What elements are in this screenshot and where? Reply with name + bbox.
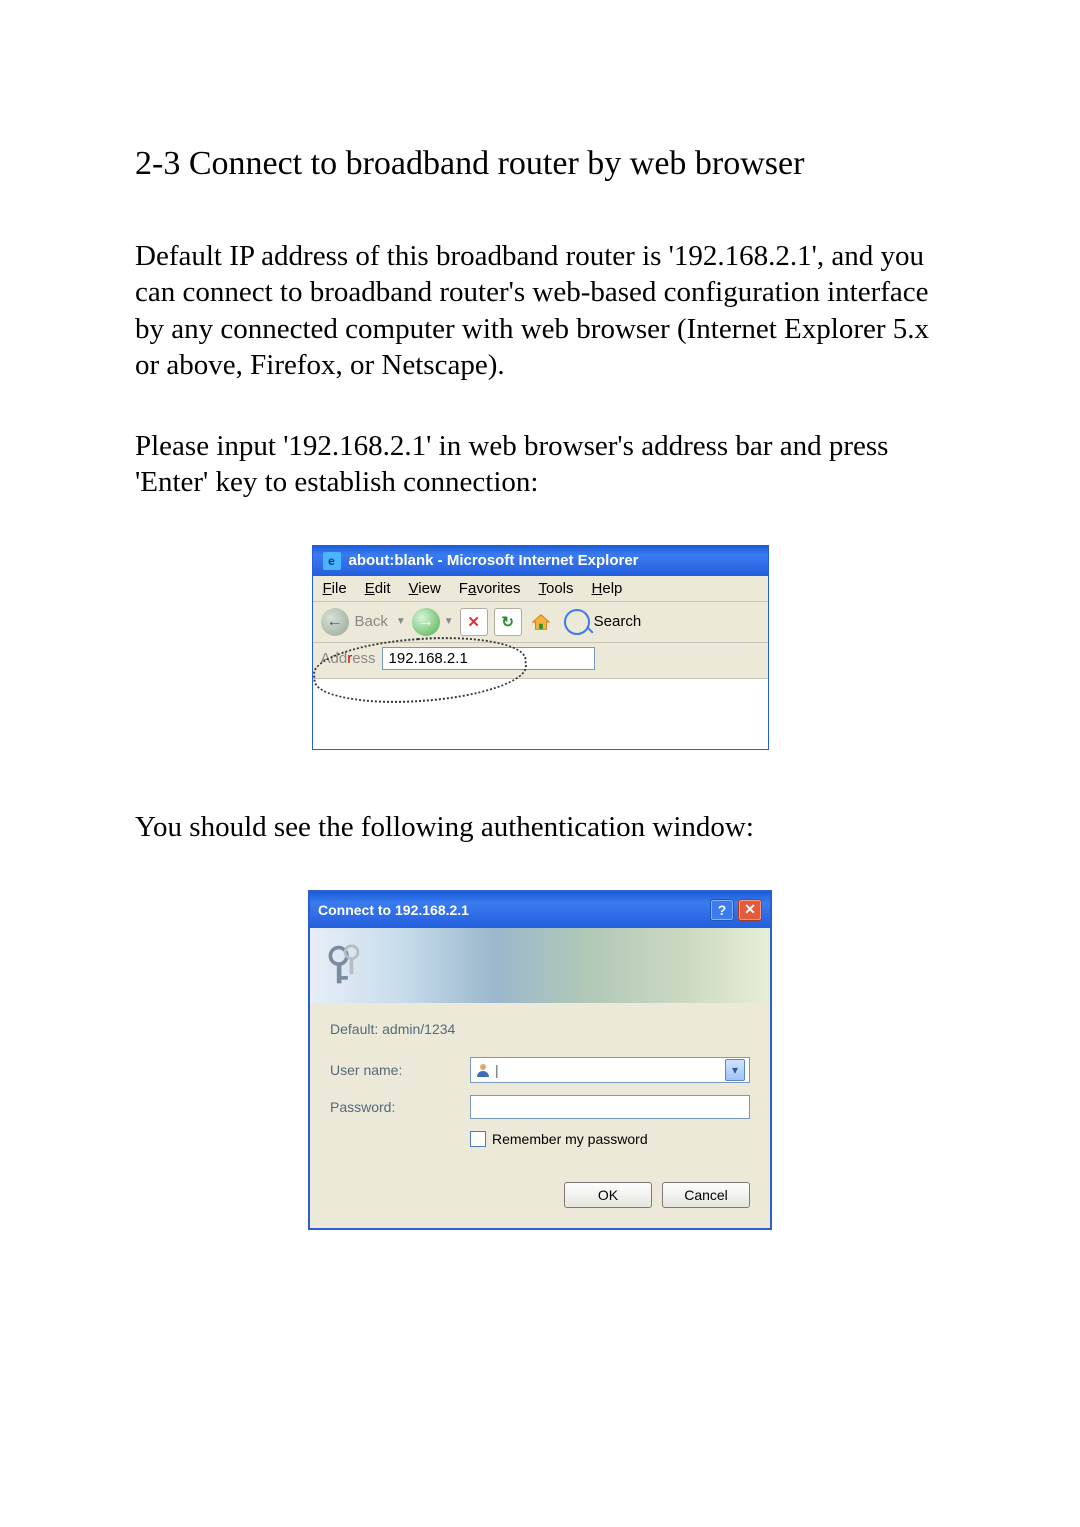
section-heading: 2-3 Connect to broadband router by web b…: [135, 145, 945, 183]
refresh-button[interactable]: ↻: [494, 608, 522, 636]
address-input[interactable]: [382, 647, 595, 670]
ie-logo-icon: e: [323, 552, 341, 570]
auth-banner: [310, 928, 770, 1003]
username-label: User name:: [330, 1062, 470, 1078]
username-cursor: |: [495, 1062, 499, 1078]
stop-button[interactable]: ✕: [460, 608, 488, 636]
back-dropdown-icon[interactable]: ▼: [396, 616, 406, 627]
help-button[interactable]: ?: [710, 899, 734, 921]
username-combo[interactable]: | ▾: [470, 1057, 750, 1083]
auth-window-title: Connect to 192.168.2.1: [318, 902, 469, 918]
menu-file[interactable]: File: [323, 580, 347, 597]
back-button-label: Back: [355, 613, 388, 630]
back-button[interactable]: ←: [321, 608, 349, 636]
remember-password-checkbox[interactable]: [470, 1131, 486, 1147]
ie-window: e about:blank - Microsoft Internet Explo…: [313, 546, 768, 749]
forward-dropdown-icon[interactable]: ▼: [444, 616, 454, 627]
paragraph-auth: You should see the following authenticat…: [135, 809, 945, 845]
password-label: Password:: [330, 1099, 470, 1115]
ie-toolbar: ← Back ▼ → ▼ ✕ ↻ Search: [313, 602, 768, 643]
ie-content-area: [313, 678, 768, 749]
chevron-down-icon[interactable]: ▾: [725, 1059, 745, 1081]
user-icon: [475, 1062, 491, 1078]
menu-edit[interactable]: Edit: [365, 580, 391, 597]
password-field[interactable]: [470, 1095, 750, 1119]
home-icon: [530, 611, 552, 633]
auth-hint-text: Default: admin/1234: [330, 1021, 750, 1037]
forward-button[interactable]: →: [412, 608, 440, 636]
menu-help[interactable]: Help: [592, 580, 623, 597]
close-button[interactable]: ✕: [738, 899, 762, 921]
search-icon: [564, 609, 590, 635]
auth-dialog: Connect to 192.168.2.1 ? ✕ Default: admi…: [308, 890, 772, 1230]
menu-view[interactable]: View: [409, 580, 441, 597]
ie-menubar: File Edit View Favorites Tools Help: [313, 576, 768, 602]
auth-titlebar: Connect to 192.168.2.1 ? ✕: [310, 892, 770, 928]
paragraph-intro: Default IP address of this broadband rou…: [135, 238, 945, 383]
ie-titlebar: e about:blank - Microsoft Internet Explo…: [313, 546, 768, 576]
search-button-label: Search: [594, 613, 642, 630]
ie-window-title: about:blank - Microsoft Internet Explore…: [349, 552, 639, 569]
menu-tools[interactable]: Tools: [539, 580, 574, 597]
paragraph-instruction: Please input '192.168.2.1' in web browse…: [135, 428, 945, 501]
ok-button[interactable]: OK: [564, 1182, 652, 1208]
remember-password-label: Remember my password: [492, 1131, 648, 1147]
home-button[interactable]: [528, 609, 554, 635]
ie-address-bar: Address: [313, 643, 768, 678]
address-label: Address: [321, 650, 376, 667]
search-button[interactable]: Search: [564, 609, 642, 635]
menu-favorites[interactable]: Favorites: [459, 580, 521, 597]
cancel-button[interactable]: Cancel: [662, 1182, 750, 1208]
keys-icon: [324, 943, 368, 987]
